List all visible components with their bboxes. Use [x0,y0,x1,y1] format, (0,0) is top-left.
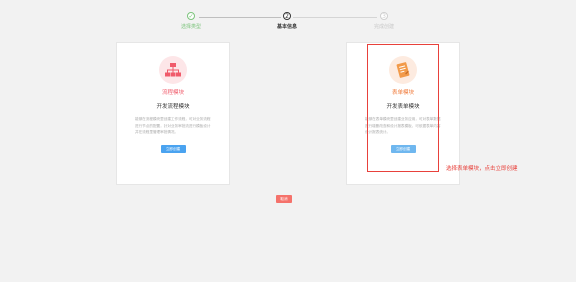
step-label: 选择类型 [180,24,201,30]
step-complete: 3 完成创建 [354,12,414,30]
process-icon-container [159,56,187,84]
card-title: 流程模块 [161,90,184,96]
step-basic-info: 2 基本信息 [257,12,317,30]
step-number: 3 [380,12,388,20]
card-subtitle: 开发流程模块 [156,104,190,110]
process-module-card[interactable]: 流程模块 开发流程模块 能够在流程模块里创建工作流程，可对业务流程进行节点的配置… [116,42,230,185]
cancel-button[interactable]: 取消 [276,195,292,203]
annotation-highlight-box [367,44,439,172]
check-icon: ✓ [187,12,195,20]
stepper: ✓ 选择类型 2 基本信息 3 完成创建 [0,0,576,40]
step-select-type: ✓ 选择类型 [161,12,221,30]
step-number: 2 [283,12,291,20]
card-description: 能够在流程模块里创建工作流程，可对业务流程进行节点的配置，针对业务审批流进行模板… [135,117,211,134]
step-label: 基本信息 [276,24,297,30]
step-label: 完成创建 [373,24,394,30]
create-process-button[interactable]: 立即创建 [160,144,186,153]
annotation-text: 选择表单模块，点击立即创建 [446,166,518,172]
org-chart-icon [165,63,181,77]
